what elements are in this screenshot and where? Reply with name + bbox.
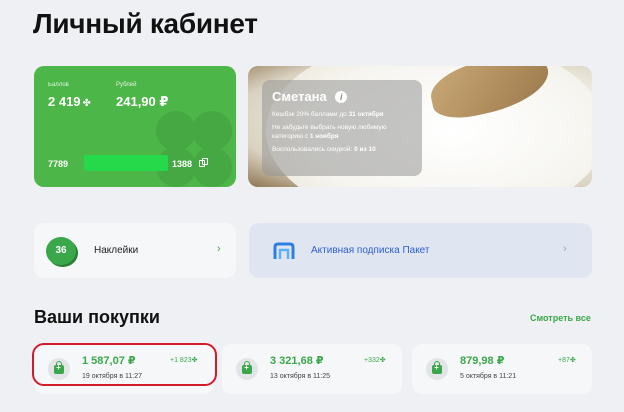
promo-card[interactable]: Сметана i Кешбэк 20% баллами до 31 октяб… — [248, 66, 592, 187]
clover-icon: ✤ — [82, 98, 91, 109]
shopping-bag-icon — [48, 358, 70, 380]
shopping-bag-icon — [426, 358, 448, 380]
info-icon[interactable]: i — [335, 90, 348, 103]
purchase-card[interactable]: 879,98 ₽ +87✤ 5 октября в 11:21 — [412, 344, 592, 394]
clover-icon: ✤ — [191, 357, 198, 364]
subscription-label: Активная подписка Пакет — [311, 245, 430, 256]
stickers-label: Наклейки — [94, 245, 139, 256]
purchase-date: 19 октября в 11:27 — [82, 373, 142, 380]
promo-title: Сметана — [272, 89, 327, 105]
promo-cashback: Кешбэк 20% баллами до 31 октября — [272, 111, 384, 118]
promo-overlay: Сметана i Кешбэк 20% баллами до 31 октяб… — [262, 80, 422, 176]
copy-icon[interactable] — [199, 158, 208, 168]
purchase-bonus: +1 823✤ — [170, 357, 198, 364]
shopping-bag-icon — [236, 358, 258, 380]
purchase-date: 5 октября в 11:21 — [460, 373, 517, 380]
purchase-card[interactable]: 1 587,07 ₽ +1 823✤ 19 октября в 11:27 — [34, 344, 214, 394]
see-all-link[interactable]: Смотреть все — [530, 313, 591, 323]
clover-logo-icon — [148, 103, 236, 187]
clover-icon: ✤ — [379, 357, 386, 364]
card-number-start: 7789 — [48, 159, 69, 169]
purchase-card[interactable]: 3 321,68 ₽ +332✤ 13 октября в 11:25 — [222, 344, 402, 394]
purchase-amount: 1 587,07 ₽ — [82, 355, 136, 367]
points-label: Баллов — [48, 82, 69, 88]
promo-usage: Воспользовались скидкой: 0 из 10 — [272, 146, 376, 153]
card-number-mask — [84, 155, 168, 171]
stickers-count-badge: 36 — [46, 237, 76, 265]
page-title: Личный кабинет — [33, 8, 258, 39]
purchases-title: Ваши покупки — [34, 307, 160, 327]
purchase-bonus: +87✤ — [558, 357, 576, 364]
rubles-label: Рублей — [116, 82, 137, 88]
purchase-bonus: +332✤ — [364, 357, 386, 364]
subscription-card[interactable]: Активная подписка Пакет › — [249, 223, 592, 278]
card-number-end: 1388 — [172, 159, 193, 169]
package-logo-icon — [273, 242, 295, 259]
stickers-card[interactable]: 36 Наклейки › — [34, 223, 236, 278]
rubles-value: 241,90 ₽ — [116, 94, 169, 109]
promo-reminder: Не забудьте выбрать новую любимую катего… — [272, 124, 387, 140]
purchase-amount: 3 321,68 ₽ — [270, 355, 324, 367]
purchase-date: 13 октября в 11:25 — [270, 373, 330, 380]
points-value: 2 419 ✤ — [48, 94, 91, 109]
purchase-amount: 879,98 ₽ — [460, 355, 505, 367]
clover-icon: ✤ — [569, 357, 576, 364]
chevron-right-icon: › — [217, 243, 221, 255]
loyalty-card[interactable]: Баллов 2 419 ✤ Рублей 241,90 ₽ 7789 1388 — [34, 66, 236, 187]
chevron-right-icon: › — [563, 243, 567, 255]
